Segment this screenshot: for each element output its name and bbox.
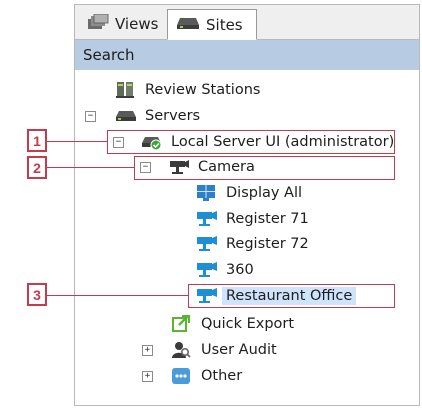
tree-label: Display All [226, 185, 303, 201]
callout-1-highlight-box [107, 130, 395, 154]
callout-1-leader [47, 141, 107, 142]
tree-item-quick-export[interactable]: Quick Export [171, 312, 294, 336]
tree-item-other[interactable]: Other [171, 364, 242, 388]
callout-3-number: 3 [27, 283, 47, 306]
collapse-toggle-servers[interactable]: − [85, 111, 96, 122]
tab-views-label: Views [115, 15, 159, 33]
tree-item-360[interactable]: 360 [196, 258, 254, 282]
tree-label: 360 [226, 262, 254, 278]
tree-item-user-audit[interactable]: User Audit [171, 338, 277, 362]
user-audit-icon [171, 341, 191, 359]
tree-label: User Audit [201, 342, 277, 358]
server-icon [176, 16, 200, 34]
tree-label: Quick Export [201, 316, 295, 332]
tree-label: Servers [145, 108, 201, 124]
server-icon [115, 107, 136, 125]
tree-label: Review Stations [145, 82, 261, 98]
tree-label: Register 72 [226, 236, 309, 252]
camera-icon [196, 235, 217, 253]
tab-sites-label: Sites [206, 15, 243, 34]
tab-sites[interactable]: Sites [167, 9, 257, 40]
search-label: Search [83, 46, 135, 64]
tree-item-display-all[interactable]: Display All [196, 181, 302, 205]
camera-icon [196, 261, 217, 279]
tab-views[interactable]: Views [81, 9, 167, 39]
search-bar[interactable]: Search [75, 40, 419, 70]
tab-strip: Views Sites [75, 5, 419, 40]
callout-3-highlight-box [188, 284, 395, 308]
tree-item-register-72[interactable]: Register 72 [196, 232, 309, 256]
views-icon [87, 13, 109, 34]
quick-export-icon [171, 314, 191, 333]
callout-2-leader [47, 167, 134, 168]
tree-item-servers[interactable]: Servers [115, 104, 200, 128]
review-stations-icon [115, 81, 135, 99]
tree-item-review-stations[interactable]: Review Stations [115, 78, 260, 102]
tree-item-register-71[interactable]: Register 71 [196, 207, 309, 231]
callout-2-highlight-box [134, 156, 395, 180]
display-all-icon [196, 184, 216, 202]
tree-label: Register 71 [226, 211, 309, 227]
expand-toggle-other[interactable]: + [142, 371, 153, 382]
more-icon [171, 367, 191, 385]
callout-3-leader [47, 295, 188, 296]
callout-2-number: 2 [27, 156, 47, 179]
callout-1-number: 1 [27, 129, 47, 152]
expand-toggle-user-audit[interactable]: + [142, 345, 153, 356]
camera-icon [196, 210, 217, 228]
tree-label: Other [201, 368, 243, 384]
